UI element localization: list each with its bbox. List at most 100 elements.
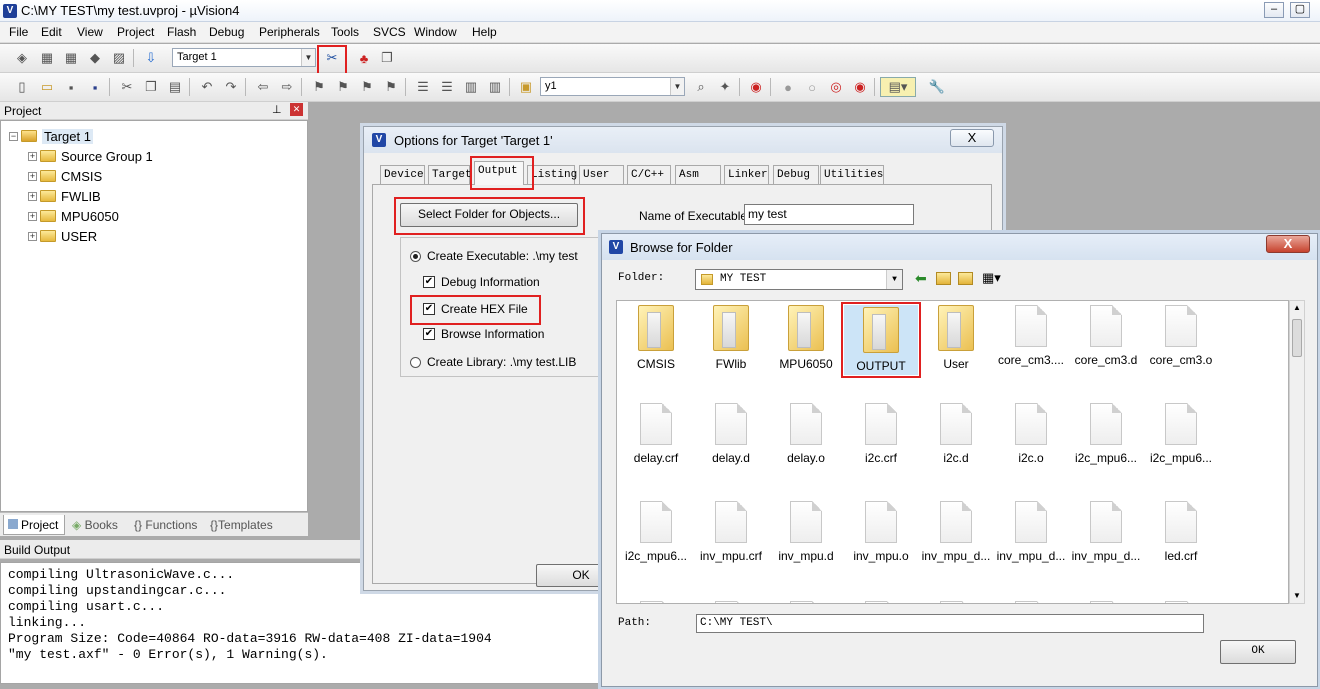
tree-group-user[interactable]: + USER [28, 227, 97, 245]
indent-icon[interactable]: ☰ [413, 77, 433, 97]
breakpoint-icon[interactable]: ● [778, 77, 798, 97]
tab-cpp[interactable]: C/C++ [627, 165, 671, 184]
menu-svcs[interactable]: SVCS [373, 25, 406, 39]
copy-icon[interactable]: ❐ [141, 77, 161, 97]
translate-icon[interactable]: ◈ [12, 48, 32, 68]
clear-bookmarks-icon[interactable]: ⚑ [381, 77, 401, 97]
menu-flash[interactable]: Flash [167, 25, 196, 39]
minimize-button[interactable]: – [1264, 2, 1284, 18]
folder-list-scrollbar[interactable]: ▲ ▼ [1289, 300, 1305, 604]
menu-help[interactable]: Help [472, 25, 497, 39]
redo-icon[interactable]: ↷ [221, 77, 241, 97]
file-item[interactable]: inv_mpu.o [844, 501, 918, 563]
tab-utilities[interactable]: Utilities [820, 165, 884, 184]
file-item[interactable]: core_cm3.... [994, 305, 1068, 367]
disable-breakpoint-icon[interactable]: ○ [802, 77, 822, 97]
menu-edit[interactable]: Edit [41, 25, 62, 39]
bookmark-icon[interactable]: ⚑ [309, 77, 329, 97]
view-menu-icon[interactable]: ▦▾ [982, 270, 1001, 286]
kill-breakpoints-icon[interactable]: ◎ [826, 77, 846, 97]
browse-information-option[interactable]: ✔ Browse Information [423, 327, 544, 341]
tree-group-fwlib[interactable]: + FWLIB [28, 187, 101, 205]
scroll-thumb[interactable] [1292, 319, 1302, 357]
disable-all-breakpoints-icon[interactable]: ◉ [850, 77, 870, 97]
file-item[interactable]: core_cm3.o [1144, 305, 1218, 367]
tab-functions[interactable]: {} Functions [130, 515, 204, 535]
stop-build-icon[interactable]: ▨ [109, 48, 129, 68]
next-bookmark-icon[interactable]: ⚑ [357, 77, 377, 97]
file-item[interactable]: i2c_mpu6... [1069, 403, 1143, 465]
save-icon[interactable]: ▪ [61, 77, 81, 97]
tab-device[interactable]: Device [380, 165, 425, 184]
folder-item[interactable]: CMSIS [619, 305, 693, 371]
find-icon[interactable]: ⌕ [691, 77, 711, 97]
uncomment-icon[interactable]: ▥ [485, 77, 505, 97]
collapse-icon[interactable]: − [9, 131, 18, 141]
manage-books-icon[interactable]: ❐ [377, 48, 397, 68]
rebuild-icon[interactable]: ▦ [61, 48, 81, 68]
find-in-files-icon[interactable]: ▣ [516, 77, 536, 97]
cut-icon[interactable]: ✂ [117, 77, 137, 97]
folder-item[interactable]: OUTPUT [841, 302, 921, 378]
file-item[interactable]: i2c.o [994, 403, 1068, 465]
menu-view[interactable]: View [77, 25, 103, 39]
nav-forward-icon[interactable]: ⇨ [277, 77, 297, 97]
comment-icon[interactable]: ▥ [461, 77, 481, 97]
scroll-up-icon[interactable]: ▲ [1290, 301, 1304, 315]
menu-peripherals[interactable]: Peripherals [259, 25, 320, 39]
menu-debug[interactable]: Debug [209, 25, 244, 39]
incremental-find-icon[interactable]: ✦ [715, 77, 735, 97]
batch-build-icon[interactable]: ◆ [85, 48, 105, 68]
build-icon[interactable]: ▦ [37, 48, 57, 68]
name-of-executable-input[interactable]: my test [744, 204, 914, 225]
target-options-icon[interactable]: ✂ [322, 48, 342, 68]
expand-icon[interactable]: + [28, 231, 37, 241]
debug-information-option[interactable]: ✔ Debug Information [423, 275, 540, 289]
tab-target[interactable]: Target [428, 165, 472, 184]
create-hex-file-option[interactable]: ✔ Create HEX File [423, 302, 528, 316]
nav-back-icon[interactable]: ⇦ [253, 77, 273, 97]
tab-templates[interactable]: {}Templates [206, 515, 286, 535]
up-folder-icon[interactable] [936, 272, 951, 285]
file-item[interactable]: i2c.crf [844, 403, 918, 465]
tab-asm[interactable]: Asm [675, 165, 721, 184]
folder-item[interactable]: MPU6050 [769, 305, 843, 371]
create-library-option[interactable]: Create Library: .\my test.LIB [410, 355, 576, 369]
menu-tools[interactable]: Tools [331, 25, 359, 39]
new-file-icon[interactable]: ▯ [12, 77, 32, 97]
expand-icon[interactable]: + [28, 211, 37, 221]
tree-group-mpu6050[interactable]: + MPU6050 [28, 207, 119, 225]
file-item[interactable]: inv_mpu.d [769, 501, 843, 563]
tab-debug[interactable]: Debug [773, 165, 819, 184]
close-panel-icon[interactable]: ✕ [290, 103, 303, 116]
tree-group-cmsis[interactable]: + CMSIS [28, 167, 102, 185]
checkbox-checked-icon[interactable]: ✔ [423, 303, 435, 315]
new-folder-icon[interactable] [958, 272, 973, 285]
configure-icon[interactable]: 🔧 [927, 77, 947, 97]
file-item[interactable]: i2c.d [919, 403, 993, 465]
select-folder-for-objects-button[interactable]: Select Folder for Objects... [400, 203, 578, 227]
open-file-icon[interactable]: ▭ [37, 77, 57, 97]
menu-file[interactable]: File [9, 25, 28, 39]
file-item[interactable]: i2c_mpu6... [1144, 403, 1218, 465]
browse-close-button[interactable]: X [1266, 235, 1310, 253]
checkbox-checked-icon[interactable]: ✔ [423, 328, 435, 340]
file-item[interactable]: inv_mpu_d... [1069, 501, 1143, 563]
components-icon[interactable]: ♣ [354, 48, 374, 68]
scroll-down-icon[interactable]: ▼ [1290, 589, 1304, 603]
folder-item[interactable]: User [919, 305, 993, 371]
window-layout-icon[interactable]: ▤▾ [880, 77, 916, 97]
download-icon[interactable]: ⇩ [141, 48, 161, 68]
create-executable-option[interactable]: Create Executable: .\my test [410, 249, 578, 263]
file-item[interactable]: led.crf [1144, 501, 1218, 563]
radio-selected-icon[interactable] [410, 250, 421, 262]
pin-icon[interactable]: ⊥ [272, 103, 282, 116]
save-all-icon[interactable]: ▪ [85, 77, 105, 97]
find-combo[interactable]: y1 ▼ [540, 77, 685, 96]
tab-user[interactable]: User [579, 165, 624, 184]
tab-project[interactable]: Project [3, 515, 65, 535]
tab-books[interactable]: ◈ Books [68, 515, 124, 535]
checkbox-checked-icon[interactable]: ✔ [423, 276, 435, 288]
tree-group-source-group-1[interactable]: + Source Group 1 [28, 147, 153, 165]
file-item[interactable]: inv_mpu.crf [694, 501, 768, 563]
